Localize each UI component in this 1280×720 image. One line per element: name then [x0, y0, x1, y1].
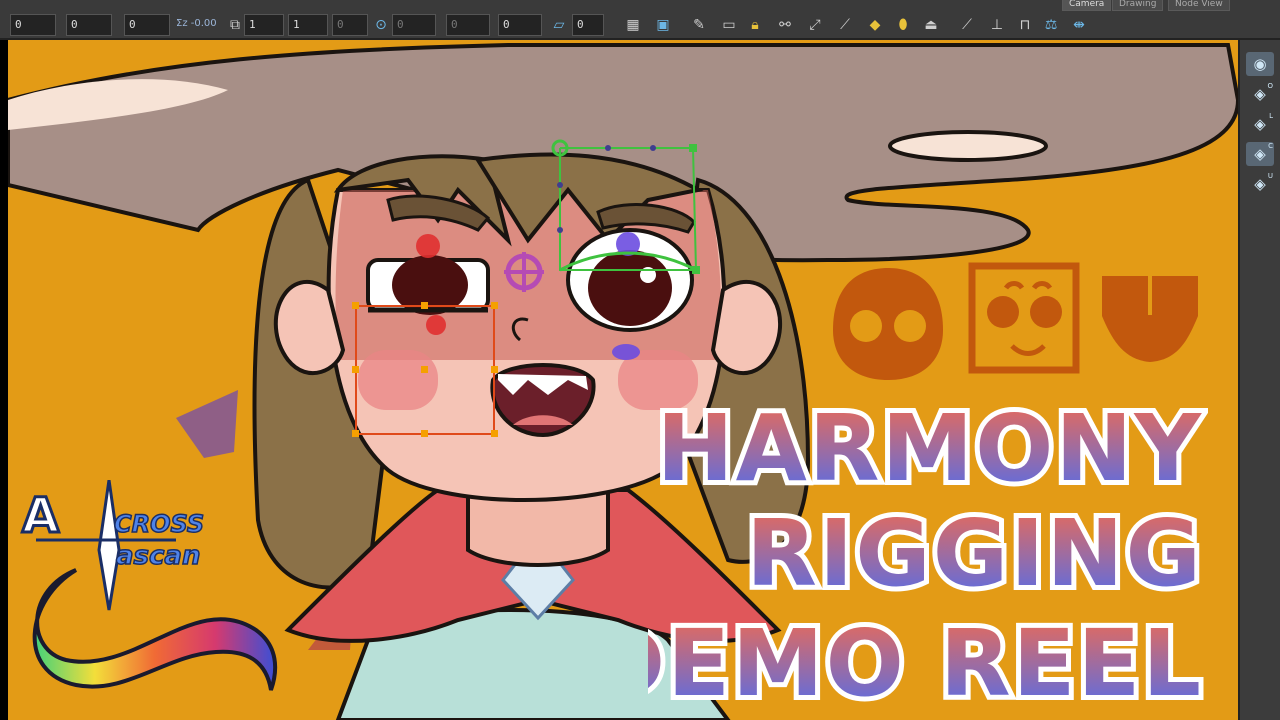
tilt-icon[interactable]: ⟋ — [958, 16, 976, 34]
position-y-field[interactable]: 0 — [66, 14, 112, 36]
node-icon[interactable]: ⊓ — [1016, 16, 1034, 34]
pupil-right — [588, 250, 672, 326]
layer-u-label: U — [1267, 172, 1273, 180]
layer-c-button[interactable]: ◈ C — [1246, 142, 1274, 166]
layers-icon: ◈ — [1254, 145, 1266, 163]
layer-l-label: L — [1269, 112, 1273, 120]
grid-icon[interactable]: ▦ — [624, 16, 642, 34]
padlock-icon[interactable]: 🔒︎ — [746, 16, 764, 34]
tool-icon[interactable]: ▣ — [654, 16, 672, 34]
eye-view-button[interactable]: ◉ — [1246, 52, 1274, 76]
logo-text-bottom: ascan — [116, 541, 201, 571]
layer-o-label: O — [1267, 82, 1273, 90]
view-mode-rail: ◉ ◈ O ◈ L ◈ C ◈ U — [1238, 40, 1280, 720]
position-z-field[interactable]: 0 — [124, 14, 170, 36]
link-icon[interactable]: ⚯ — [776, 16, 794, 34]
angle-field[interactable]: 0 — [392, 14, 436, 36]
lock-icon[interactable]: ▭ — [720, 16, 738, 34]
layers-icon: ◈ — [1254, 115, 1266, 133]
skew-field[interactable]: 0 — [446, 14, 490, 36]
scale-y-field[interactable]: 1 — [288, 14, 328, 36]
tab-node-view[interactable]: Node View — [1168, 0, 1230, 11]
title-line-demo-reel: DEMO REEL — [648, 610, 1203, 717]
title-line-rigging: RIGGING — [746, 500, 1203, 607]
camera-view-canvas[interactable]: A CROSS ascan HARMONY RIGGING DEMO REEL — [8, 40, 1238, 720]
across-vascan-logo: A CROSS ascan — [16, 479, 286, 720]
rig-marker[interactable] — [426, 315, 446, 335]
paint-bucket-icon[interactable]: ⏏ — [922, 16, 940, 34]
ear-right — [710, 280, 783, 376]
skew-icon[interactable]: ▱ — [550, 16, 568, 34]
hat-hole — [888, 130, 1048, 162]
layer-c-label: C — [1268, 142, 1273, 150]
rig-marker[interactable] — [416, 234, 440, 258]
bell-icon[interactable]: ⬮ — [894, 16, 912, 34]
skew-value-field[interactable]: 0 — [572, 14, 604, 36]
pencil-icon[interactable]: ✎ — [690, 16, 708, 34]
rotation-field[interactable]: 0 — [332, 14, 368, 36]
top-toolbar: Camera Drawing Node View 0 0 0 Σz -0.00 … — [0, 0, 1280, 40]
logo-initial: A — [22, 488, 59, 544]
confetti-piece — [176, 390, 238, 458]
square-face-symbol — [968, 262, 1080, 374]
transform-icon[interactable]: ⤢ — [806, 16, 824, 34]
position-x-field[interactable]: 0 — [10, 14, 56, 36]
tab-camera[interactable]: Camera — [1062, 0, 1112, 11]
balance-icon[interactable]: ⊥ — [988, 16, 1006, 34]
tab-drawing[interactable]: Drawing — [1112, 0, 1164, 11]
layers-icon: ◈ — [1254, 85, 1266, 103]
pivot-icon[interactable]: ⊙ — [372, 16, 390, 34]
lock-ratio-icon[interactable]: ⧉ — [226, 16, 244, 34]
layers-icon: ◈ — [1254, 175, 1266, 193]
mouth-shape-symbol — [1102, 276, 1198, 362]
scale-x-field[interactable]: 1 — [244, 14, 284, 36]
title-banner: HARMONY RIGGING DEMO REEL — [648, 390, 1206, 720]
eraser-icon[interactable]: ⟋ — [836, 16, 854, 34]
scale-label: Σz -0.00 — [176, 18, 217, 29]
round-face-symbol — [833, 268, 943, 380]
title-line-harmony: HARMONY — [657, 395, 1203, 502]
distribute-icon[interactable]: ⇼ — [1070, 16, 1088, 34]
eye-icon: ◉ — [1253, 55, 1267, 73]
layer-u-button[interactable]: ◈ U — [1246, 172, 1274, 196]
rig-marker[interactable] — [612, 344, 640, 360]
scale-icon[interactable]: ⚖ — [1042, 16, 1060, 34]
camera-icon[interactable]: ◆ — [866, 16, 884, 34]
layer-l-button[interactable]: ◈ L — [1246, 112, 1274, 136]
offset-field[interactable]: 0 — [498, 14, 542, 36]
logo-text-top: CROSS — [114, 510, 204, 538]
cheek-left — [358, 350, 438, 410]
layer-o-button[interactable]: ◈ O — [1246, 82, 1274, 106]
